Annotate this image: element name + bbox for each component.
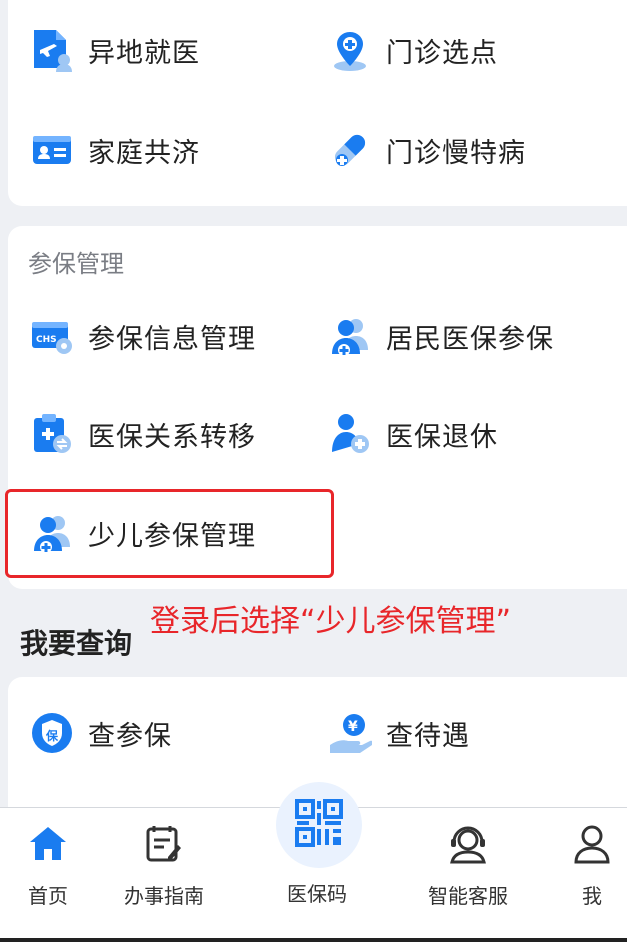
insurance-item-transfer[interactable]: 医保关系转移 <box>30 404 256 464</box>
service-label: 家庭共济 <box>88 137 200 169</box>
insurance-item-info[interactable]: CHS 参保信息管理 <box>30 306 256 366</box>
query-item-insurance[interactable]: 保 查参保 <box>30 703 172 763</box>
service-label: 门诊选点 <box>386 37 498 69</box>
users-plus-icon <box>328 314 372 358</box>
home-icon <box>26 822 70 866</box>
shield-bao-icon: 保 <box>30 711 74 755</box>
services-card: 异地就医 门诊选点 家庭共济 门诊慢特病 <box>8 0 627 206</box>
tab-label: 办事指南 <box>124 884 204 908</box>
service-label: 门诊慢特病 <box>386 137 526 169</box>
home-indicator <box>0 938 627 942</box>
tab-label-qr[interactable]: 医保码 <box>287 878 347 907</box>
tab-customer-service[interactable]: 智能客服 <box>428 822 508 909</box>
query-label: 查待遇 <box>386 720 470 752</box>
insurance-item-resident[interactable]: 居民医保参保 <box>328 306 554 366</box>
plane-doc-icon <box>30 28 74 72</box>
query-item-benefits[interactable]: ¥ 查待遇 <box>328 703 470 763</box>
tab-label: 智能客服 <box>428 884 508 908</box>
annotation-text: 登录后选择“少儿参保管理” <box>150 604 512 639</box>
person-retire-icon <box>328 412 372 456</box>
service-item-remote-medical[interactable]: 异地就医 <box>30 20 200 80</box>
insurance-item-retire[interactable]: 医保退休 <box>328 404 498 464</box>
tab-home[interactable]: 首页 <box>26 822 70 909</box>
chs-card-gear-icon: CHS <box>30 314 74 358</box>
insurance-label: 医保退休 <box>386 421 498 453</box>
qr-code-icon <box>295 799 343 851</box>
chs-text: CHS <box>36 335 57 345</box>
location-pin-icon <box>328 28 372 72</box>
service-item-clinic-select[interactable]: 门诊选点 <box>328 20 498 80</box>
insurance-label: 参保信息管理 <box>88 323 256 355</box>
tab-label: 首页 <box>28 884 68 908</box>
id-card-icon <box>30 128 74 172</box>
query-label: 查参保 <box>88 720 172 752</box>
service-item-chronic-disease[interactable]: 门诊慢特病 <box>328 120 526 180</box>
service-label: 异地就医 <box>88 37 200 69</box>
user-icon <box>570 822 614 866</box>
tab-me[interactable]: 我 <box>570 822 614 909</box>
pill-icon <box>328 128 372 172</box>
tab-label: 我 <box>582 884 602 908</box>
section-title: 参保管理 <box>28 250 124 278</box>
insurance-label: 医保关系转移 <box>88 421 256 453</box>
coin-char: ¥ <box>348 719 358 735</box>
highlight-box <box>5 489 334 578</box>
qr-button[interactable] <box>276 782 362 868</box>
hand-coin-icon: ¥ <box>328 711 372 755</box>
insurance-label: 居民医保参保 <box>386 323 554 355</box>
shield-char: 保 <box>45 728 59 743</box>
clipboard-transfer-icon <box>30 412 74 456</box>
service-item-family-sharing[interactable]: 家庭共济 <box>30 120 200 180</box>
guide-icon <box>142 822 186 866</box>
bottom-tab-bar: 医保码 首页 办事指南 智能客服 我 <box>0 782 627 942</box>
query-section-title: 我要查询 <box>20 627 133 660</box>
tab-guide[interactable]: 办事指南 <box>124 822 204 909</box>
headset-icon <box>446 822 490 866</box>
